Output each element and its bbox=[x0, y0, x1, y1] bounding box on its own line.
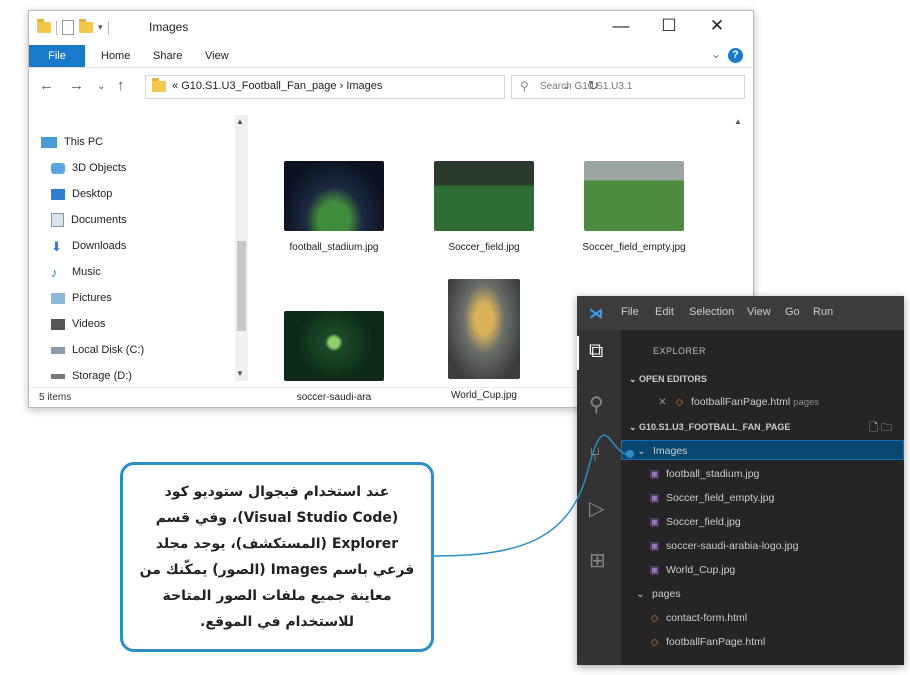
callout-text: عند استخدام فيجوال ستوديو كود (Visual St… bbox=[139, 484, 415, 630]
callout-box: عند استخدام فيجوال ستوديو كود (Visual St… bbox=[120, 462, 434, 652]
